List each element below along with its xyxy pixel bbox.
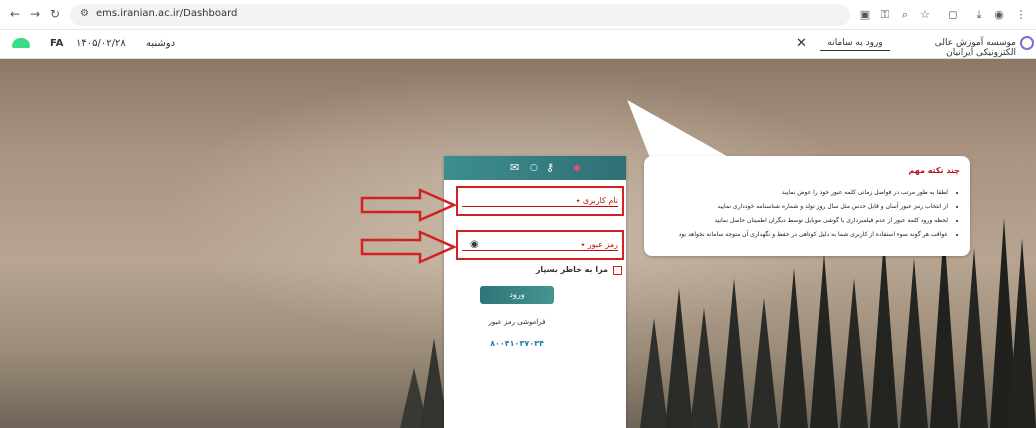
back-arrow-icon[interactable]: ← [8, 7, 22, 21]
bookmark-star-icon[interactable]: ☆ [918, 8, 932, 22]
password-field[interactable]: ◉ رمز عبور ٭ [456, 230, 624, 260]
translate-icon[interactable]: ▣ [858, 8, 872, 22]
eye-slash-icon[interactable]: ◉ [470, 239, 479, 250]
tree-silhouette [930, 228, 958, 428]
tree-silhouette [960, 248, 988, 428]
tree-silhouette [780, 268, 808, 428]
close-icon[interactable]: ✕ [796, 36, 807, 51]
current-date: ۱۴۰۵/۰۲/۲۸ [76, 38, 126, 49]
tips-title: چند نکته مهم [908, 166, 960, 175]
tab-login[interactable]: ورود به سامانه [820, 38, 890, 51]
site-title: موسسه آموزش عالی الکترونیکی ایرانیان [934, 38, 1016, 58]
tip-item: لطفا به طور مرتب در فواصل زمانی کلمه عبو… [654, 186, 948, 200]
remember-me-row[interactable]: مرا به خاطر بسپار [456, 265, 622, 277]
address-bar[interactable]: ⚙ ems.iranian.ac.ir/Dashboard [70, 4, 850, 26]
login-card: ✉ ○ ⚷ نام کاربری ٭ ◉ رمز عبور ٭ مرا به خ… [444, 156, 626, 428]
android-icon[interactable] [12, 38, 30, 48]
password-key-icon[interactable]: ⚿ [878, 8, 892, 22]
extensions-icon[interactable]: ◻ [946, 8, 960, 22]
key-icon[interactable]: ⚷ [546, 161, 554, 175]
login-button[interactable]: ورود [480, 286, 554, 304]
remember-checkbox[interactable] [613, 266, 622, 275]
tree-silhouette [640, 318, 668, 428]
download-icon[interactable]: ⤓ [972, 8, 986, 22]
site-logo-icon [1020, 36, 1034, 50]
password-label: رمز عبور ٭ [580, 240, 618, 249]
tree-silhouette [750, 298, 778, 428]
login-card-header: ✉ ○ ⚷ [444, 156, 626, 180]
language-toggle[interactable]: FA [50, 38, 63, 49]
site-info-icon[interactable]: ⚙ [80, 8, 89, 19]
username-field[interactable]: نام کاربری ٭ [456, 186, 624, 216]
tips-card: چند نکته مهم لطفا به طور مرتب در فواصل ز… [644, 156, 970, 256]
reload-icon[interactable]: ↻ [48, 7, 62, 21]
username-underline [462, 206, 618, 207]
tree-silhouette [840, 278, 868, 428]
menu-kebab-icon[interactable]: ⋮ [1014, 8, 1028, 22]
username-label: نام کاربری ٭ [575, 196, 618, 205]
tip-item: لحظه ورود کلمه عبور از عدم فیلمبرداری با… [654, 214, 948, 228]
zoom-icon[interactable]: ⌕ [898, 8, 912, 22]
forward-arrow-icon[interactable]: → [28, 7, 42, 21]
mail-icon[interactable]: ✉ [510, 161, 519, 175]
profile-icon[interactable]: ◉ [992, 8, 1006, 22]
tree-silhouette [1008, 238, 1036, 428]
active-dot-icon [574, 165, 580, 171]
forgot-password-link[interactable]: فراموشی رمز عبور [444, 318, 590, 326]
tree-silhouette [720, 278, 748, 428]
tips-list: لطفا به طور مرتب در فواصل زمانی کلمه عبو… [654, 186, 960, 242]
annotation-arrow-username [360, 188, 456, 222]
remember-label: مرا به خاطر بسپار [535, 265, 608, 274]
url-text: ems.iranian.ac.ir/Dashboard [96, 8, 238, 19]
tree-silhouette [870, 238, 898, 428]
tip-item: از انتخاب رمز عبور آسان و قابل حدس مثل س… [654, 200, 948, 214]
current-weekday: دوشنبه [146, 38, 176, 49]
circle-icon[interactable]: ○ [530, 161, 538, 175]
annotation-arrow-password [360, 230, 456, 264]
tip-item: عواقب هر گونه سوء استفاده از کاربری شما … [654, 228, 948, 242]
tree-silhouette [810, 253, 838, 428]
app-header: FA ۱۴۰۵/۰۲/۲۸ دوشنبه ✕ ورود به سامانه مو… [0, 31, 1036, 59]
tree-silhouette [900, 258, 928, 428]
browser-toolbar: ← → ↻ ⚙ ems.iranian.ac.ir/Dashboard ▣ ⚿ … [0, 0, 1036, 30]
password-underline [462, 250, 618, 251]
support-phone: ۸۰۰۴۱۰۳۷۰۳۴ [490, 339, 544, 348]
tree-silhouette [665, 288, 693, 428]
tree-silhouette [690, 308, 718, 428]
